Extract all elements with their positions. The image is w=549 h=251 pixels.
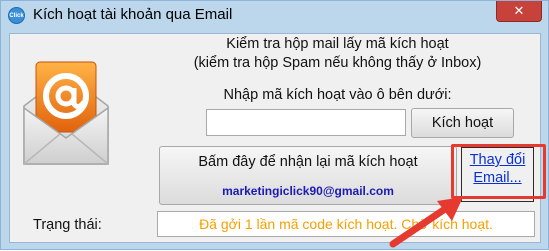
activation-code-input[interactable] bbox=[206, 109, 406, 136]
close-button[interactable]: ✕ bbox=[496, 1, 542, 22]
title-bar: Click Kích hoạt tài khoản qua Email ✕ bbox=[1, 1, 548, 33]
resend-code-button[interactable]: Bấm đây để nhận lại mã kích hoạt marketi… bbox=[159, 146, 457, 205]
resend-code-label: Bấm đây để nhận lại mã kích hoạt bbox=[198, 154, 418, 170]
registered-email: marketingiclick90@gmail.com bbox=[222, 184, 394, 198]
status-label: Trạng thái: bbox=[33, 217, 102, 233]
close-icon: ✕ bbox=[513, 3, 525, 18]
dialog-body: Kiểm tra hộp mail lấy mã kích hoạt (kiểm… bbox=[9, 33, 541, 243]
activate-button[interactable]: Kích hoạt bbox=[411, 108, 514, 138]
instruction-line-2: (kiểm tra hộp Spam nếu không thấy ở Inbo… bbox=[193, 55, 482, 71]
status-field: Đã gởi 1 lần mã code kích hoạt. Chờ kích… bbox=[157, 211, 535, 237]
instruction-line-1: Kiểm tra hộp mail lấy mã kích hoạt bbox=[226, 36, 449, 52]
window-title: Kích hoạt tài khoản qua Email bbox=[33, 6, 233, 23]
code-prompt-label: Nhập mã kích hoạt vào ô bên dưới: bbox=[223, 87, 452, 103]
email-envelope-icon bbox=[23, 61, 109, 165]
activation-dialog: Click Kích hoạt tài khoản qua Email ✕ Ki… bbox=[0, 0, 549, 250]
app-icon: Click bbox=[8, 7, 25, 24]
annotation-highlight-box bbox=[451, 144, 546, 199]
